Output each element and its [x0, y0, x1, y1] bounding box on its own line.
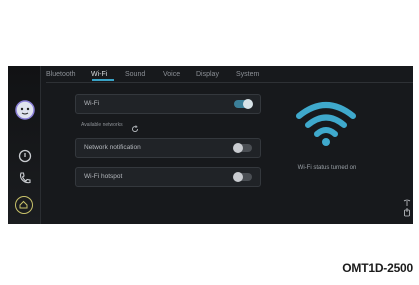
power-icon[interactable]	[17, 148, 33, 164]
network-notification-toggle[interactable]	[233, 143, 252, 153]
wifi-hotspot-label: Wi-Fi hotspot	[84, 173, 123, 180]
sidebar	[8, 66, 41, 224]
network-notification-label: Network notification	[84, 144, 141, 151]
refresh-icon[interactable]	[131, 120, 139, 133]
tab-system[interactable]: System	[236, 71, 259, 78]
figure-code: OMT1D-2500	[342, 261, 413, 275]
tab-voice[interactable]: Voice	[163, 71, 180, 78]
phone-icon[interactable]	[17, 170, 33, 186]
right-status-icons	[403, 199, 411, 224]
wifi-toggle[interactable]	[234, 99, 253, 109]
network-notification-row[interactable]: Network notification	[75, 138, 261, 158]
wifi-icon	[295, 98, 357, 148]
tab-wifi[interactable]: Wi-Fi	[91, 71, 107, 78]
active-tab-indicator	[92, 79, 114, 81]
wifi-hotspot-row[interactable]: Wi-Fi hotspot	[75, 167, 261, 187]
tab-bluetooth[interactable]: Bluetooth	[46, 71, 76, 78]
tab-display[interactable]: Display	[196, 71, 219, 78]
wifi-label: Wi-Fi	[84, 100, 100, 107]
home-icon[interactable]	[15, 196, 33, 214]
wifi-status-text: Wi-Fi status turned on	[297, 165, 357, 171]
wifi-hotspot-toggle[interactable]	[233, 172, 252, 182]
touch-icon	[404, 208, 410, 217]
tab-sound[interactable]: Sound	[125, 71, 145, 78]
available-networks-label: Available networks	[81, 122, 123, 128]
wifi-row[interactable]: Wi-Fi	[75, 94, 261, 114]
infotainment-screen: Bluetooth Wi-Fi Sound Voice Display Syst…	[8, 66, 413, 224]
settings-tabs: Bluetooth Wi-Fi Sound Voice Display Syst…	[46, 68, 413, 83]
assistant-icon[interactable]	[14, 99, 36, 121]
signal-icon	[403, 199, 411, 206]
